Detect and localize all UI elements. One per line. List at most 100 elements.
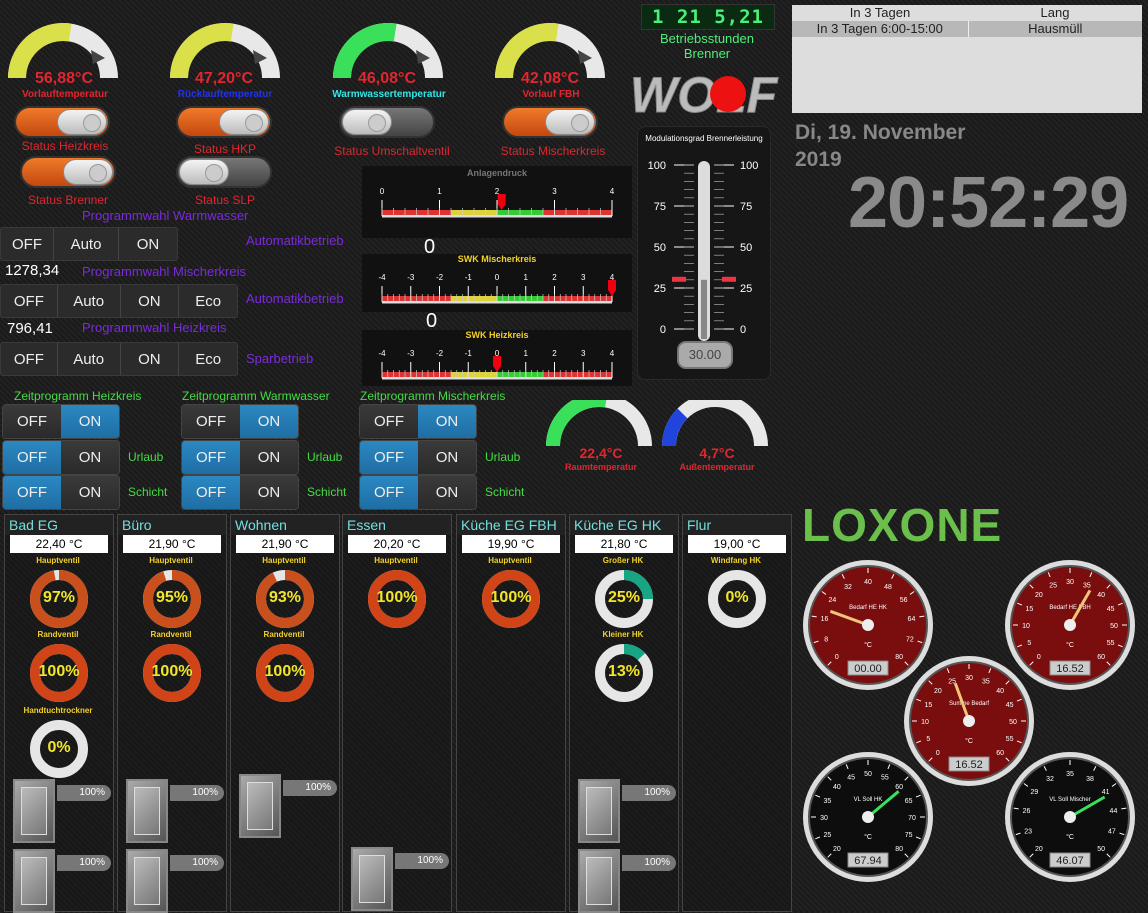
dial-tick-label: 15	[924, 702, 932, 709]
switch-on[interactable]: ON	[418, 405, 476, 438]
toggle-mischerkreis[interactable]	[502, 106, 598, 138]
ring-value: 0%	[725, 589, 749, 606]
zeitprogramm-switch[interactable]: OFF ON	[181, 404, 299, 439]
misch-auto-button[interactable]: Auto	[58, 285, 121, 317]
thermo-tick-right: 50	[740, 242, 752, 254]
room-temp: 21,90 °C	[236, 535, 334, 553]
switch-on[interactable]: ON	[240, 441, 298, 474]
swk-heiz-scale: SWK Heizkreis -4 -3 -2 -1 0 1 2 3 4	[362, 330, 632, 386]
heiz-off-button[interactable]: OFF	[1, 343, 58, 375]
dial-tick-label: 0	[936, 750, 940, 757]
dial-tick-label: 15	[1025, 606, 1033, 613]
ring-value: 100%	[264, 663, 306, 680]
ruecklauf-label: Rücklauftemperatur	[177, 89, 273, 100]
zeitprogramm-switch[interactable]: OFF ON	[2, 404, 120, 439]
switch-on[interactable]: ON	[418, 476, 476, 509]
zeitprogramm-switch[interactable]: OFF ON	[359, 440, 477, 475]
scale-marker	[608, 280, 616, 296]
switch-on[interactable]: ON	[61, 476, 119, 509]
ww-auto-button[interactable]: Auto	[54, 228, 119, 260]
thermo-title: Modulationsgrad Brennerleistung	[645, 134, 762, 143]
dial-tick-label: 80	[895, 846, 903, 853]
room-panel: Flur 19,00 °C Windfang HK 0%	[682, 514, 792, 912]
calendar-row-date[interactable]: In 3 Tagen 6:00-15:00	[792, 21, 969, 37]
ring-label: Hauptventil	[262, 556, 306, 565]
heiz-selector[interactable]: OFF Auto ON Eco	[0, 342, 238, 376]
toggle-heizkreis[interactable]	[14, 106, 110, 138]
toggle-umschaltventil[interactable]	[339, 106, 435, 138]
misch-on-button[interactable]: ON	[121, 285, 180, 317]
ring-value: 100%	[151, 663, 193, 680]
dial-tick-label: 8	[824, 637, 828, 644]
zeitprogramm-switch[interactable]: OFF ON	[359, 404, 477, 439]
scale-tick-label: -1	[465, 273, 473, 282]
status-brenner-label: Status Brenner	[27, 193, 109, 207]
switch-off[interactable]: OFF	[360, 405, 418, 438]
scale-tick-label: -2	[436, 349, 444, 358]
calendar-col1: In 3 Tagen	[849, 5, 911, 20]
ww-selector[interactable]: OFF Auto ON	[0, 227, 178, 261]
dial-tick-label: 55	[881, 774, 889, 781]
switch-on[interactable]: ON	[61, 441, 119, 474]
scale-tick-label: 2	[552, 349, 557, 358]
misch-off-button[interactable]: OFF	[1, 285, 58, 317]
dial-tick-label: 45	[1006, 702, 1014, 709]
switch-on[interactable]: ON	[61, 405, 119, 438]
calendar-col2: Lang	[1040, 5, 1070, 20]
heiz-status: Sparbetrieb	[246, 351, 314, 366]
toggle-hkp[interactable]	[176, 106, 272, 138]
zeitprogramm-switch[interactable]: OFF ON	[2, 475, 120, 510]
dial-tick-label: 40	[864, 579, 872, 586]
switch-on[interactable]: ON	[418, 441, 476, 474]
window-percent: 100%	[283, 780, 337, 796]
switch-off[interactable]: OFF	[3, 441, 61, 474]
switch-off[interactable]: OFF	[182, 476, 240, 509]
switch-off[interactable]: OFF	[182, 405, 240, 438]
scale-tick-label: -1	[465, 349, 473, 358]
switch-on[interactable]: ON	[240, 476, 298, 509]
ring-label: Hauptventil	[488, 556, 532, 565]
room-panel: Küche EG FBH 19,90 °C Hauptventil 100%	[456, 514, 566, 912]
dial-tick-label: 20	[1035, 592, 1043, 599]
scale-tick-label: 3	[581, 273, 586, 282]
calendar-row-value[interactable]: Hausmüll	[969, 21, 1143, 37]
misch-selector[interactable]: OFF Auto ON Eco	[0, 284, 238, 318]
raumtemp-label: Raumtemperatur	[564, 462, 638, 472]
switch-off[interactable]: OFF	[182, 441, 240, 474]
toggle-slp[interactable]	[176, 156, 272, 188]
thermo-fill	[701, 279, 707, 339]
switch-off[interactable]: OFF	[3, 476, 61, 509]
scale-tick-label: 1	[524, 349, 529, 358]
dial-tick-label: 25	[823, 832, 831, 839]
toggle-brenner[interactable]	[20, 156, 116, 188]
switch-off[interactable]: OFF	[360, 441, 418, 474]
heiz-on-button[interactable]: ON	[121, 343, 180, 375]
dial-unit: °C	[965, 737, 973, 745]
misch-eco-button[interactable]: Eco	[179, 285, 237, 317]
zeitprogramm-switch[interactable]: OFF ON	[181, 475, 299, 510]
switch-on[interactable]: ON	[240, 405, 298, 438]
dial-tick-label: 60	[895, 784, 903, 791]
room-name: Essen	[343, 515, 451, 535]
dial-readout: 46.07	[1056, 855, 1084, 867]
ww-on-button[interactable]: ON	[119, 228, 177, 260]
heiz-auto-button[interactable]: Auto	[58, 343, 121, 375]
switch-off[interactable]: OFF	[360, 476, 418, 509]
scale-tick-label: -3	[407, 349, 415, 358]
zeitprogramm-switch[interactable]: OFF ON	[181, 440, 299, 475]
heiz-eco-button[interactable]: Eco	[179, 343, 237, 375]
window-icon	[126, 849, 168, 913]
dial-label: Summe Bedarf	[949, 701, 989, 707]
switch-off[interactable]: OFF	[3, 405, 61, 438]
ww-off-button[interactable]: OFF	[1, 228, 54, 260]
zeitprogramm-switch[interactable]: OFF ON	[2, 440, 120, 475]
dial-tick-label: 44	[1110, 808, 1118, 815]
dial-tick-label: 50	[1097, 846, 1105, 853]
ring-value: 13%	[607, 663, 641, 680]
betriebsstunden-counter: 1 21 5,21	[641, 4, 775, 30]
ring-value: 93%	[268, 589, 302, 606]
ring-label: Kleiner HK	[602, 630, 644, 639]
zeitprogramm-switch[interactable]: OFF ON	[359, 475, 477, 510]
brenner-label: Brenner	[683, 46, 731, 61]
warmwasser-label: Warmwassertemperatur	[332, 89, 446, 100]
